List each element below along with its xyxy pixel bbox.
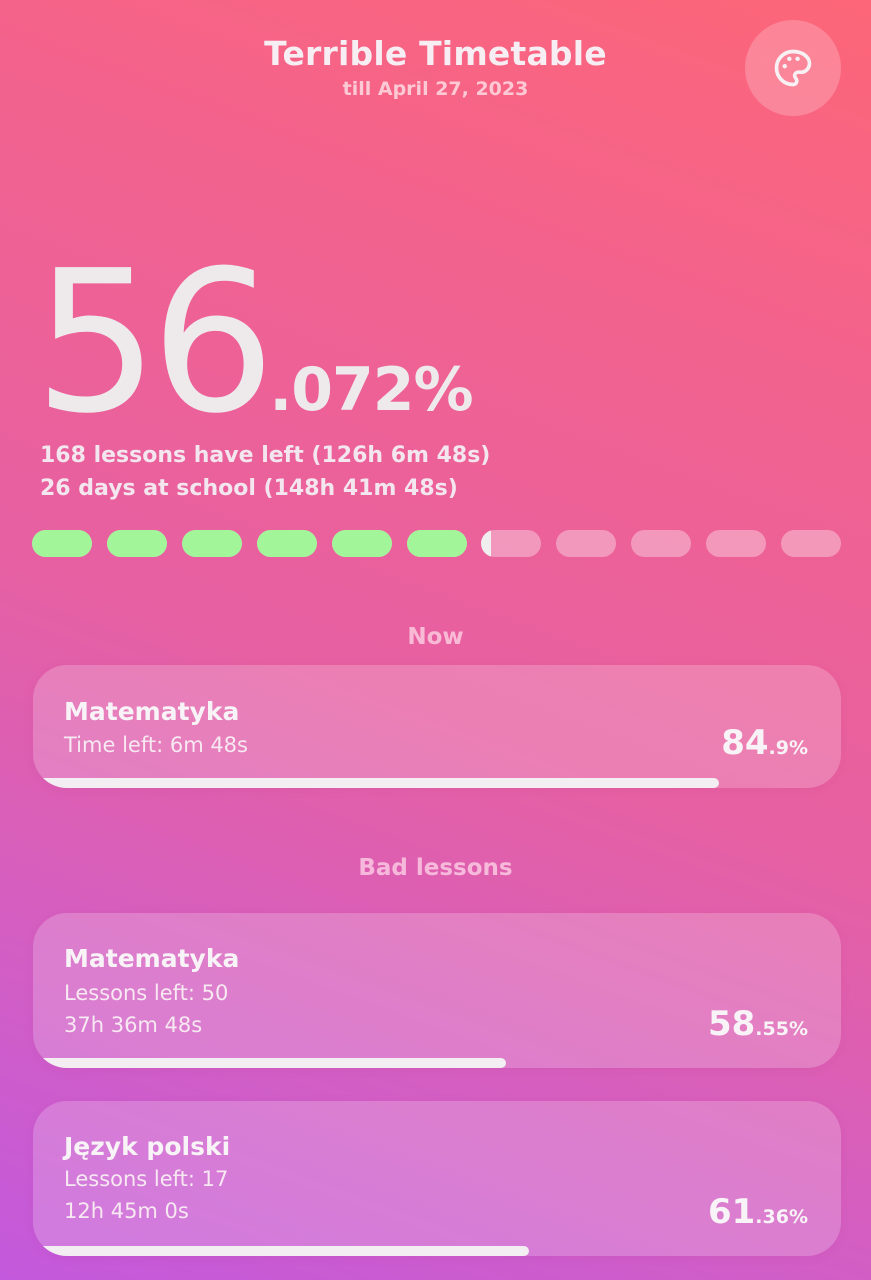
segmented-progress <box>32 530 841 557</box>
progress-segment-fill <box>331 530 392 557</box>
overall-percent-fraction: .072% <box>269 355 473 425</box>
bad-lesson-lessons-left: Lessons left: 50 <box>64 981 229 1005</box>
progress-segment <box>406 530 467 557</box>
current-lesson-progress-fill <box>33 778 719 788</box>
overall-percent: 56.072% <box>34 245 474 441</box>
progress-segment-fill <box>256 530 317 557</box>
bad-lesson-percent: 61.36% <box>707 1192 808 1232</box>
days-left-text: 26 days at school (148h 41m 48s) <box>40 476 458 501</box>
now-section-label: Now <box>407 624 464 650</box>
bad-lesson-title: Matematyka <box>64 944 240 973</box>
current-lesson-percent: 84.9% <box>721 723 808 763</box>
progress-segment <box>32 530 92 557</box>
progress-segment <box>256 530 317 557</box>
bad-lesson-card[interactable]: Język polski Lessons left: 17 12h 45m 0s… <box>33 1101 841 1256</box>
overall-percent-integer: 56 <box>34 229 275 457</box>
bad-lesson-time-left: 37h 36m 48s <box>64 1013 203 1037</box>
bad-lesson-progress-bar <box>33 1246 841 1256</box>
progress-segment-fill <box>106 530 167 557</box>
progress-segment <box>181 530 242 557</box>
theme-button[interactable] <box>745 20 841 116</box>
bad-lesson-progress-fill <box>33 1058 507 1068</box>
progress-segment <box>106 530 167 557</box>
current-lesson-card[interactable]: Matematyka Time left: 6m 48s 84.9% <box>33 665 841 788</box>
bad-lesson-time-left: 12h 45m 0s <box>64 1199 189 1223</box>
progress-segment <box>331 530 392 557</box>
bad-lesson-title: Język polski <box>64 1132 231 1161</box>
progress-segment <box>481 530 542 557</box>
bad-lesson-card[interactable]: Matematyka Lessons left: 50 37h 36m 48s … <box>33 913 841 1068</box>
bad-lesson-lessons-left: Lessons left: 17 <box>64 1167 229 1191</box>
bad-lesson-percent: 58.55% <box>707 1004 808 1044</box>
app-title: Terrible Timetable <box>264 34 607 73</box>
lessons-left-text: 168 lessons have left (126h 6m 48s) <box>40 443 491 468</box>
progress-segment-fill <box>481 530 492 557</box>
progress-segment <box>556 530 617 557</box>
progress-segment <box>631 530 692 557</box>
current-lesson-time-left: Time left: 6m 48s <box>64 733 248 757</box>
progress-segment-fill <box>406 530 467 557</box>
progress-segment-fill <box>32 530 92 557</box>
bad-lesson-progress-bar <box>33 1058 841 1068</box>
progress-segment <box>706 530 767 557</box>
current-lesson-progress-bar <box>33 778 841 788</box>
progress-segment-fill <box>181 530 242 557</box>
bad-lessons-section-label: Bad lessons <box>358 855 513 881</box>
bad-lesson-progress-fill <box>33 1246 529 1256</box>
palette-icon <box>774 49 812 87</box>
current-lesson-title: Matematyka <box>64 697 240 726</box>
progress-segment <box>781 530 841 557</box>
app-subtitle: till April 27, 2023 <box>342 78 529 100</box>
